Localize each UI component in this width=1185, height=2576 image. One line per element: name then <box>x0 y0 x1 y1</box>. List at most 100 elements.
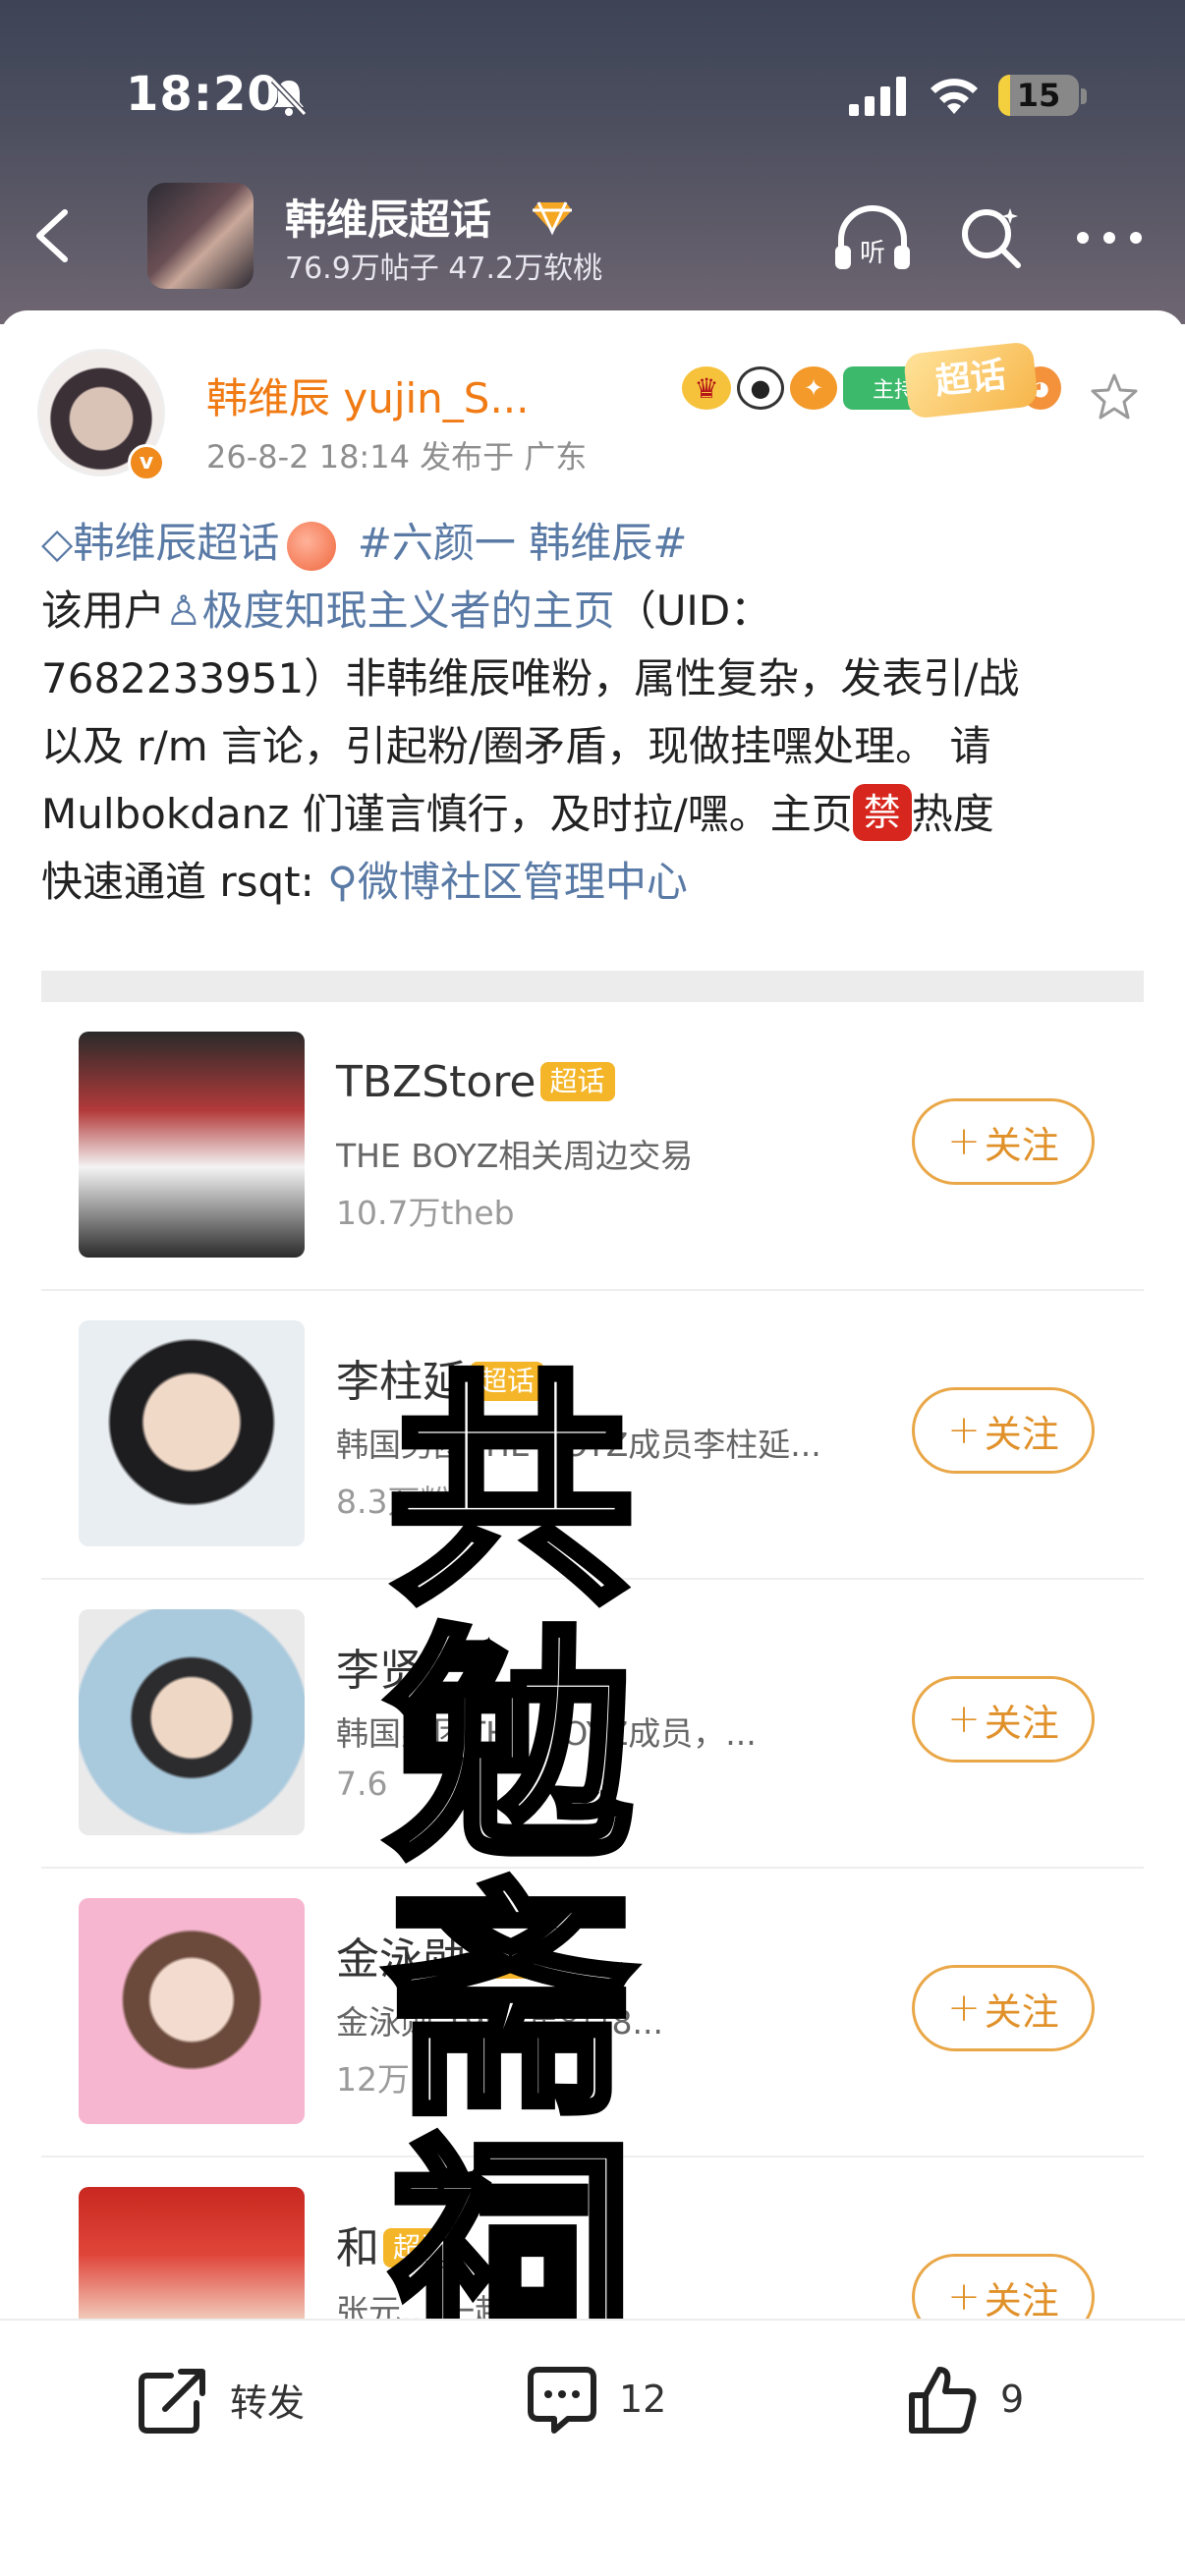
topic-count: 10.7万theb <box>336 1194 515 1232</box>
follow-label: 关注 <box>984 2278 1059 2323</box>
post-line-6: 快速通道 rsqt: ⚲微博社区管理中心 <box>41 848 1152 916</box>
topic-name: 金泳勋 超话 <box>336 1924 545 1987</box>
list-item[interactable]: TBZStore 超话 THE BOYZ相关周边交易 10.7万theb + 关注 <box>41 1002 1144 1291</box>
wifi-icon <box>931 79 978 114</box>
post-line-5: Mulbokdanz 们谨言慎行，及时拉/嘿。主页禁热度 <box>41 780 1152 848</box>
follow-label: 关注 <box>984 1701 1059 1745</box>
crown-badge-icon[interactable]: ♛ <box>682 366 731 410</box>
cell-signal-icon <box>849 77 906 116</box>
comment-count: 12 <box>619 2378 667 2421</box>
plus-icon: + <box>947 1697 981 1742</box>
repost-icon <box>139 2369 205 2434</box>
topic-title[interactable]: 韩维辰超话 <box>285 187 491 247</box>
topic-count: 7.6 <box>336 1764 388 1803</box>
plus-icon: + <box>947 1119 981 1164</box>
line2-suffix: （UID： <box>614 587 772 635</box>
post-meta: 26-8-2 18:14 发布于 广东 <box>206 438 588 476</box>
user-link[interactable]: ♙极度知珉主义者的主页 <box>165 587 615 635</box>
status-bar: 18:20 15 <box>0 0 1185 187</box>
topic-name-text: TBZStore <box>336 1057 536 1107</box>
line2-prefix: 该用户 <box>41 587 166 635</box>
search-icon[interactable] <box>959 204 1024 269</box>
follow-label: 关注 <box>984 1412 1059 1456</box>
repost-label: 转发 <box>230 2380 306 2425</box>
topic-stats: 76.9万帖子 47.2万软桃 <box>285 252 603 286</box>
user-link-text: 极度知珉主义者的主页 <box>201 587 615 635</box>
plus-icon: + <box>947 1986 981 2031</box>
super-topic-tag: 超话 <box>470 1939 545 1979</box>
topic-description: 韩国男团THE BOYZ成员，... <box>336 1714 757 1753</box>
super-topic-diamond-icon <box>533 201 572 236</box>
follow-button[interactable]: + 关注 <box>912 1965 1095 2051</box>
follow-button[interactable]: + 关注 <box>912 1387 1095 1474</box>
status-time: 18:20 <box>126 67 281 122</box>
svg-text:听: 听 <box>860 239 885 268</box>
back-chevron-icon[interactable] <box>29 206 73 265</box>
topic-count: 12万 <box>336 2060 410 2099</box>
battery-tip <box>1081 88 1087 104</box>
comment-button[interactable]: 12 <box>525 2360 666 2438</box>
follow-label: 关注 <box>984 1123 1059 1167</box>
follow-button[interactable]: + 关注 <box>912 1098 1095 1185</box>
fish-badge-icon[interactable]: ✦ <box>790 366 837 410</box>
bottom-action-bar: 转发 12 9 <box>0 2319 1185 2576</box>
panda-badge-icon[interactable]: ● <box>737 366 784 410</box>
topic-name-text: 李柱延 <box>336 1357 466 1407</box>
post-line-2: 该用户♙极度知珉主义者的主页（UID： <box>41 577 1152 644</box>
topic-name: TBZStore 超话 <box>336 1057 615 1107</box>
post-line-4: 以及 r/m 言论，引起粉/圈矛盾，现做挂嘿处理。 请 <box>41 722 991 770</box>
topic-thumbnail <box>79 1898 305 2124</box>
topic-description: 金泳勋 1997年8月8... <box>336 2003 663 2042</box>
post-body: ◇韩维辰超话 #六颜一 韩维辰# 该用户♙极度知珉主义者的主页（UID： 768… <box>41 509 1152 916</box>
topic-name-text: 李贤 <box>336 1646 423 1696</box>
plus-icon: + <box>947 1408 981 1453</box>
list-item[interactable]: 李柱延 超话 韩国男团THE BOYZ成员李柱延... 8.3万粉丝 + 关注 <box>41 1291 1144 1580</box>
topic-count: 8.3万粉丝 <box>336 1483 485 1521</box>
top-nav: 韩维辰超话 76.9万帖子 47.2万软桃 听 <box>0 177 1185 295</box>
line6-prefix: 快速通道 rsqt: <box>41 858 328 906</box>
topic-thumbnail <box>79 1320 305 1546</box>
community-link[interactable]: ⚲微博社区管理中心 <box>327 858 688 906</box>
super-topic-tag: 超话 <box>470 1362 545 1401</box>
topic-avatar[interactable] <box>147 183 254 289</box>
super-topic-badge[interactable]: 超话 <box>902 341 1040 420</box>
topic-name-text: 和 <box>336 2223 379 2273</box>
line5-prefix: Mulbokdanz 们谨言慎行，及时拉/嘿。主页 <box>41 790 853 838</box>
super-topic-tag: 超话 <box>539 1062 615 1101</box>
topic-thumbnail <box>79 1032 305 1258</box>
battery-percent: 15 <box>1016 77 1061 114</box>
follow-button[interactable]: + 关注 <box>912 1676 1095 1763</box>
plus-icon: + <box>947 2274 981 2320</box>
post-line-1: ◇韩维辰超话 #六颜一 韩维辰# <box>41 509 1152 577</box>
more-options-icon[interactable] <box>1075 228 1144 248</box>
list-item[interactable]: 李贤 韩国男团THE BOYZ成员，... 7.6 + 关注 <box>41 1580 1144 1869</box>
verified-badge: v <box>128 444 165 481</box>
comment-icon <box>528 2367 596 2434</box>
thumbs-up-icon <box>909 2367 977 2434</box>
link-chain-icon: ⚲ <box>327 858 358 906</box>
like-button[interactable]: 9 <box>906 2360 1024 2438</box>
topic1-text: 韩维辰超话 <box>73 519 280 567</box>
post-line-3: 7682233951）非韩维辰唯粉，属性复杂，发表引/战 <box>41 654 1020 702</box>
super-topic-tag: 超话 <box>383 2228 459 2268</box>
author-name[interactable]: 韩维辰 yujin_S... <box>206 365 530 425</box>
peach-icon <box>287 521 337 571</box>
listen-headphones-icon[interactable]: 听 <box>831 200 914 275</box>
repost-button[interactable]: 转发 <box>136 2360 305 2438</box>
user-icon: ♙ <box>165 587 202 635</box>
topic-name: 和超话 <box>336 2212 459 2275</box>
topic-description: THE BOYZ相关周边交易 <box>336 1137 694 1175</box>
like-count: 9 <box>1000 2378 1025 2421</box>
favorite-star-icon[interactable] <box>1089 371 1140 422</box>
topic-name-text: 金泳勋 <box>336 1934 466 1985</box>
topic-name: 李贤 <box>336 1635 423 1698</box>
topic-name: 李柱延 超话 <box>336 1346 545 1409</box>
topic-link-hashtag[interactable]: #六颜一 韩维辰# <box>358 519 688 567</box>
line5-suffix: 热度 <box>911 790 994 838</box>
follow-label: 关注 <box>984 1989 1059 2034</box>
community-link-text: 微博社区管理中心 <box>357 858 688 906</box>
topic-link-chaohua[interactable]: ◇韩维辰超话 <box>41 519 279 567</box>
list-item[interactable]: 金泳勋 超话 金泳勋 1997年8月8... 12万 + 关注 <box>41 1869 1144 2157</box>
battery-indicator: 15 <box>998 75 1079 116</box>
silent-bell-icon <box>270 78 308 117</box>
